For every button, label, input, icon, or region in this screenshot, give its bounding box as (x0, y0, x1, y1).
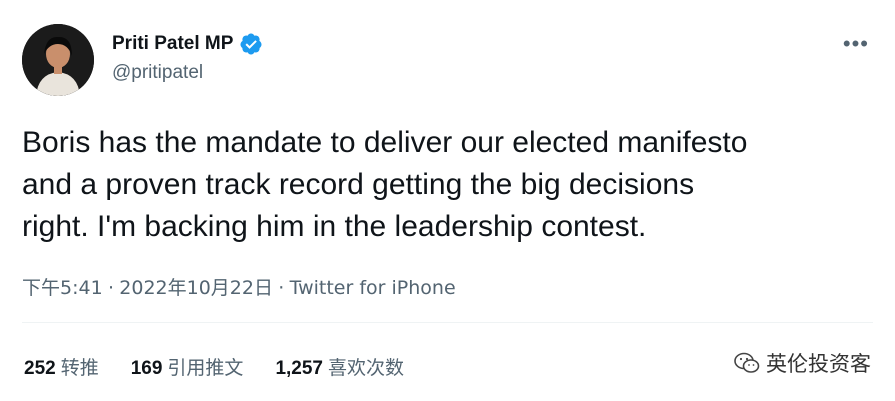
wechat-icon (734, 352, 760, 373)
meta-separator: · (278, 277, 285, 299)
author-handle[interactable]: @pritipatel (112, 62, 203, 84)
author-display-name[interactable]: Priti Patel MP (112, 33, 233, 55)
quotes-label: 引用推文 (167, 357, 244, 379)
retweets-label: 转推 (60, 357, 99, 379)
likes-count: 1,257 (275, 358, 323, 379)
profile-photo (22, 24, 94, 96)
watermark: 英伦投资客 (734, 348, 871, 378)
quotes-count: 169 (130, 358, 163, 379)
divider (22, 322, 873, 323)
avatar[interactable] (22, 24, 94, 96)
likes-stat[interactable]: 1,257 喜欢次数 (275, 353, 404, 380)
watermark-text: 英伦投资客 (766, 352, 871, 376)
more-options-icon[interactable]: ••• (843, 33, 869, 55)
retweets-stat[interactable]: 252 转推 (24, 353, 99, 380)
tweet-text: Boris has the mandate to deliver our ele… (22, 126, 748, 243)
tweet-stats: 252 转推 169 引用推文 1,257 喜欢次数 (24, 353, 436, 380)
verified-badge-icon (240, 33, 262, 55)
author-name-row: Priti Patel MP (112, 32, 263, 56)
tweet-date[interactable]: 2022年10月22日 (119, 277, 273, 299)
tweet-source[interactable]: Twitter for iPhone (290, 277, 456, 299)
retweets-count: 252 (24, 358, 56, 379)
quotes-stat[interactable]: 169 引用推文 (131, 353, 244, 380)
likes-label: 喜欢次数 (327, 357, 404, 379)
tweet-time[interactable]: 下午5:41 (22, 277, 103, 299)
meta-separator: · (107, 277, 114, 299)
tweet-meta: 下午5:41 · 2022年10月22日 · Twitter for iPhon… (22, 273, 456, 300)
